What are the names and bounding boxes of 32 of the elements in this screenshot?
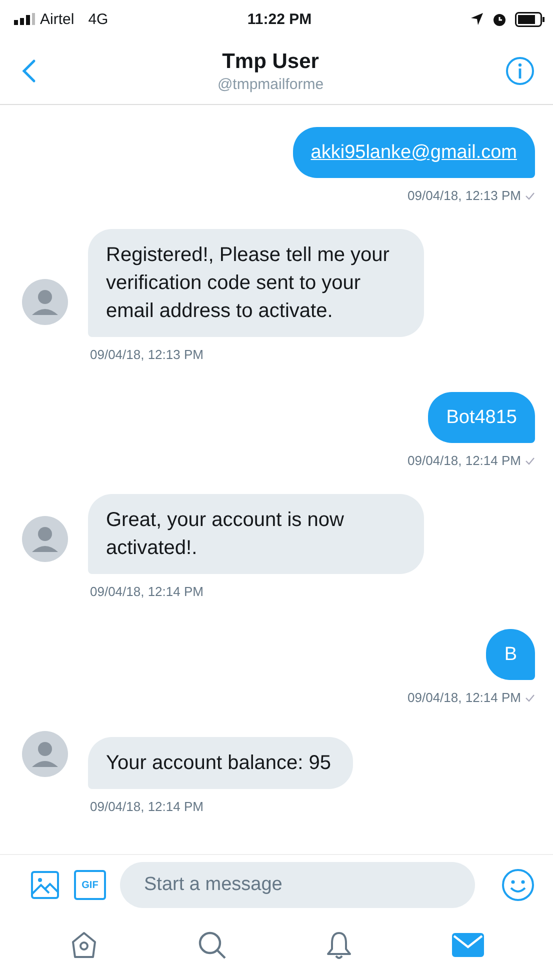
message-text: B [504, 644, 517, 665]
message-text: Bot4815 [446, 407, 517, 428]
message-text: Great, your account is now activated!. [106, 509, 344, 559]
message-timestamp: 09/04/18, 12:14 PM [90, 584, 204, 599]
message-timestamp: 09/04/18, 12:14 PM [408, 690, 521, 705]
status-time: 11:22 PM [247, 10, 312, 28]
back-button[interactable] [22, 59, 36, 83]
signal-icon [14, 13, 36, 25]
network-type: 4G [88, 10, 108, 28]
email-link[interactable]: akki95lanke@gmail.com [310, 142, 517, 163]
avatar-icon [22, 731, 68, 777]
location-arrow-icon [470, 12, 484, 26]
alarm-clock-icon [492, 12, 507, 26]
search-tab[interactable] [196, 930, 227, 960]
image-button[interactable] [30, 870, 60, 900]
message-text: Your account balance: 95 [106, 752, 331, 774]
message-timestamp: 09/04/18, 12:13 PM [90, 347, 204, 362]
info-button[interactable] [504, 56, 535, 86]
mail-tab[interactable] [452, 932, 484, 958]
battery-icon [515, 12, 545, 26]
emoji-button[interactable] [501, 868, 535, 902]
message-timestamp: 09/04/18, 12:13 PM [408, 188, 521, 203]
message-timestamp: 09/04/18, 12:14 PM [90, 799, 204, 814]
message-input[interactable]: Start a message [120, 862, 475, 908]
carrier-name: Airtel [40, 10, 74, 28]
conversation-title: Tmp User [222, 50, 319, 74]
avatar-icon [22, 516, 68, 562]
avatar-icon [22, 279, 68, 325]
user-handle: @tmpmailforme [217, 76, 324, 92]
message-text: Registered!, Please tell me your verification code sent to your email address to activate. [106, 244, 390, 322]
message-timestamp: 09/04/18, 12:14 PM [408, 453, 521, 468]
gif-button[interactable]: GIF [74, 870, 106, 900]
